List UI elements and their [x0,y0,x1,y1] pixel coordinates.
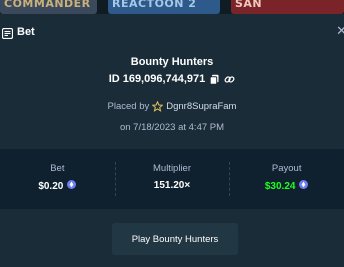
stat-bet-label: Bet [50,163,65,174]
bet-stats-panel: Bet $0.20 Multiplier 151.20× Payout $30.… [0,149,344,209]
star-icon [151,100,164,112]
bet-id-value: 169,096,744,971 [122,73,206,85]
stat-payout-value-row: $30.24 [229,180,344,192]
bet-id-row: ID 169,096,744,971 [0,73,344,85]
coin-icon [67,180,77,192]
placed-by-row: Placed by Dgnr8SupraFam [0,100,344,112]
game-title[interactable]: Bounty Hunters [0,56,344,68]
bet-receipt-icon [1,26,14,40]
stat-payout: Payout $30.24 [229,149,344,209]
stat-multiplier-value: 151.20× [153,180,191,191]
stat-multiplier-value-row: 151.20× [115,180,230,191]
modal-header: Bet ✕ [0,18,344,46]
game-thumbnail[interactable]: REACTOON 2 [108,0,220,14]
coin-icon [299,180,309,192]
play-game-button[interactable]: Play Bounty Hunters [112,223,238,255]
stat-bet-value-row: $0.20 [0,180,115,192]
stat-bet: Bet $0.20 [0,149,115,209]
close-icon[interactable]: ✕ [336,24,344,38]
stat-payout-value: $30.24 [264,180,296,192]
placed-date: on 7/18/2023 at 4:47 PM [119,122,225,133]
modal-title: Bet [17,26,35,38]
stat-multiplier: Multiplier 151.20× [114,149,230,209]
placed-by-label: Placed by [107,101,150,112]
game-thumbnail[interactable]: COMMANDER [0,0,97,14]
stat-bet-value: $0.20 [38,180,64,192]
stat-multiplier-label: Multiplier [153,163,192,174]
username-link[interactable]: Dgnr8SupraFam [166,101,236,112]
link-icon[interactable] [224,74,235,85]
copy-icon[interactable] [209,74,220,85]
game-thumbnail[interactable]: SAN [231,0,344,14]
bet-id-prefix: ID [108,73,120,85]
game-thumbnails-strip: COMMANDER REACTOON 2 SAN [0,0,344,14]
stat-payout-label: Payout [271,163,302,174]
